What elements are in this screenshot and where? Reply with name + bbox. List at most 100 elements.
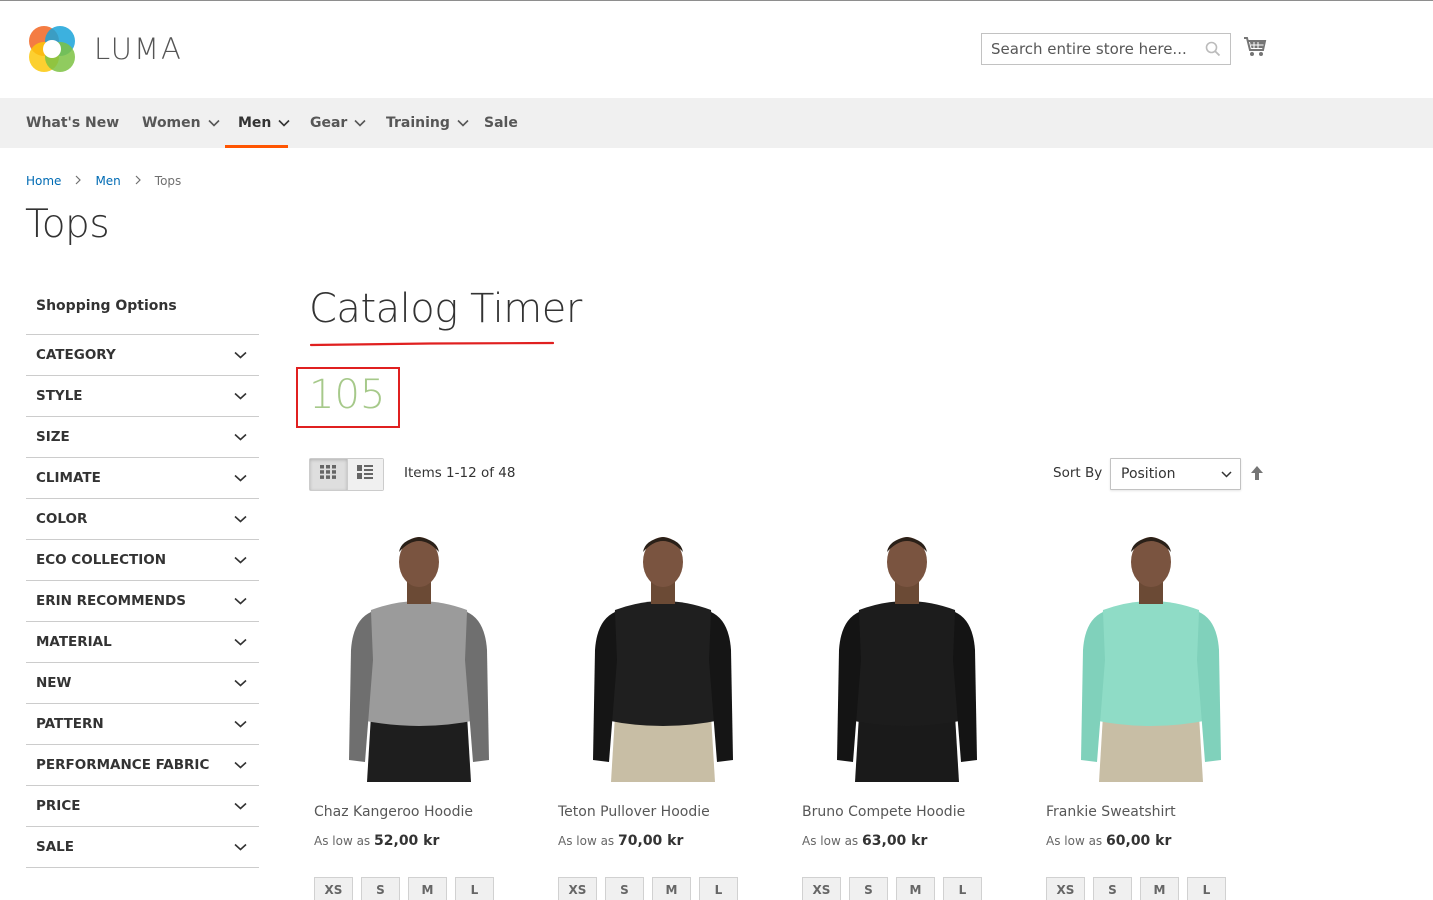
size-swatch[interactable]: M (896, 877, 935, 900)
filter-item-label: STYLE (36, 388, 83, 404)
price-prefix: As low as (802, 834, 859, 848)
price-prefix: As low as (558, 834, 615, 848)
nav-item-label: Training (386, 115, 450, 131)
nav-item-sale[interactable]: Sale (484, 98, 518, 148)
chevron-down-icon (234, 757, 247, 773)
size-swatch[interactable]: XS (802, 877, 841, 900)
filter-item[interactable]: ECO COLLECTION (26, 540, 259, 581)
product-name[interactable]: Teton Pullover Hoodie (558, 804, 710, 820)
logo[interactable]: LUMA (26, 23, 183, 75)
size-swatch[interactable]: L (455, 877, 494, 900)
size-swatch[interactable]: M (408, 877, 447, 900)
product-price: As low as 52,00 kr (314, 833, 439, 849)
price-amount: 63,00 kr (862, 833, 928, 849)
size-swatches: XS S M L (1046, 877, 1226, 900)
size-swatch[interactable]: S (1093, 877, 1132, 900)
chevron-down-icon (234, 716, 247, 732)
catalog-timer-underline (310, 341, 554, 347)
size-swatch[interactable]: S (605, 877, 644, 900)
nav-item-men[interactable]: Men (238, 98, 290, 148)
sort-by-select[interactable]: Position (1110, 458, 1241, 490)
nav-item-women[interactable]: Women (142, 98, 220, 148)
price-amount: 52,00 kr (374, 833, 440, 849)
filter-item[interactable]: PERFORMANCE FABRIC (26, 745, 259, 786)
filter-item[interactable]: COLOR (26, 499, 259, 540)
filter-item[interactable]: ERIN RECOMMENDS (26, 581, 259, 622)
search-input[interactable] (982, 34, 1200, 64)
chevron-right-icon (75, 174, 82, 188)
filter-item-label: ERIN RECOMMENDS (36, 593, 186, 609)
size-swatch[interactable]: XS (1046, 877, 1085, 900)
filter-item[interactable]: NEW (26, 663, 259, 704)
nav-item-label: Women (142, 115, 201, 131)
size-swatch[interactable]: S (849, 877, 888, 900)
filter-item[interactable]: PATTERN (26, 704, 259, 745)
size-swatch[interactable]: L (1187, 877, 1226, 900)
size-swatches: XS S M L (314, 877, 494, 900)
filter-item[interactable]: CATEGORY (26, 335, 259, 376)
product-name[interactable]: Frankie Sweatshirt (1046, 804, 1176, 820)
main-navigation: What's New Women Men Gear Training Sale (0, 98, 1433, 148)
product-card[interactable]: Teton Pullover Hoodie As low as 70,00 kr X… (553, 520, 773, 900)
size-swatch[interactable]: M (652, 877, 691, 900)
chevron-down-icon (457, 115, 469, 131)
filter-item[interactable]: STYLE (26, 376, 259, 417)
size-swatches: XS S M L (558, 877, 738, 900)
breadcrumb-men[interactable]: Men (95, 174, 120, 188)
product-card[interactable]: Bruno Compete Hoodie As low as 63,00 kr XS… (797, 520, 1017, 900)
sort-by-label: Sort By (1053, 465, 1103, 481)
grid-view-button[interactable] (310, 459, 347, 490)
nav-item-gear[interactable]: Gear (310, 98, 366, 148)
search-icon[interactable] (1205, 41, 1221, 62)
filter-item-label: MATERIAL (36, 634, 112, 650)
product-image[interactable] (309, 520, 529, 793)
product-card[interactable]: Frankie Sweatshirt As low as 60,00 kr XS S M… (1041, 520, 1261, 900)
filter-item[interactable]: SALE (26, 827, 259, 868)
chevron-down-icon (1221, 466, 1232, 482)
toolbar-amount: Items 1-12 of 48 (404, 465, 516, 481)
price-amount: 70,00 kr (618, 833, 684, 849)
breadcrumb-home[interactable]: Home (26, 174, 61, 188)
list-view-button[interactable] (346, 459, 383, 490)
product-image[interactable] (797, 520, 1017, 793)
filter-item-label: SALE (36, 839, 74, 855)
sort-direction-arrow-up-icon[interactable] (1250, 465, 1264, 486)
chevron-down-icon (234, 511, 247, 527)
filter-item-label: CATEGORY (36, 347, 116, 363)
size-swatch[interactable]: M (1140, 877, 1179, 900)
chevron-down-icon (278, 115, 290, 131)
filter-item[interactable]: CLIMATE (26, 458, 259, 499)
filter-item[interactable]: MATERIAL (26, 622, 259, 663)
product-image[interactable] (553, 520, 773, 793)
product-name[interactable]: Bruno Compete Hoodie (802, 804, 965, 820)
product-price: As low as 60,00 kr (1046, 833, 1171, 849)
shopping-options-heading: Shopping Options (36, 298, 177, 314)
view-mode-switcher (309, 458, 384, 491)
filter-item[interactable]: PRICE (26, 786, 259, 827)
nav-item-whats-new[interactable]: What's New (26, 98, 119, 148)
nav-item-label: Sale (484, 115, 518, 131)
product-name[interactable]: Chaz Kangeroo Hoodie (314, 804, 473, 820)
size-swatch[interactable]: XS (558, 877, 597, 900)
cart-icon[interactable] (1243, 36, 1267, 63)
product-price: As low as 63,00 kr (802, 833, 927, 849)
chevron-down-icon (234, 347, 247, 363)
nav-item-training[interactable]: Training (386, 98, 469, 148)
filter-item-label: ECO COLLECTION (36, 552, 167, 568)
size-swatch[interactable]: L (943, 877, 982, 900)
product-image[interactable] (1041, 520, 1261, 793)
size-swatch[interactable]: XS (314, 877, 353, 900)
filter-item-label: PERFORMANCE FABRIC (36, 757, 210, 773)
filter-item-label: SIZE (36, 429, 70, 445)
chevron-down-icon (234, 470, 247, 486)
size-swatch[interactable]: L (699, 877, 738, 900)
size-swatch[interactable]: S (361, 877, 400, 900)
chevron-down-icon (234, 429, 247, 445)
filter-item[interactable]: SIZE (26, 417, 259, 458)
chevron-down-icon (234, 552, 247, 568)
product-card[interactable]: Chaz Kangeroo Hoodie As low as 52,00 kr XS… (309, 520, 529, 900)
page-title: Tops (25, 202, 110, 247)
chevron-down-icon (234, 839, 247, 855)
catalog-timer-value: 105 (309, 372, 386, 418)
nav-item-label: What's New (26, 115, 120, 131)
